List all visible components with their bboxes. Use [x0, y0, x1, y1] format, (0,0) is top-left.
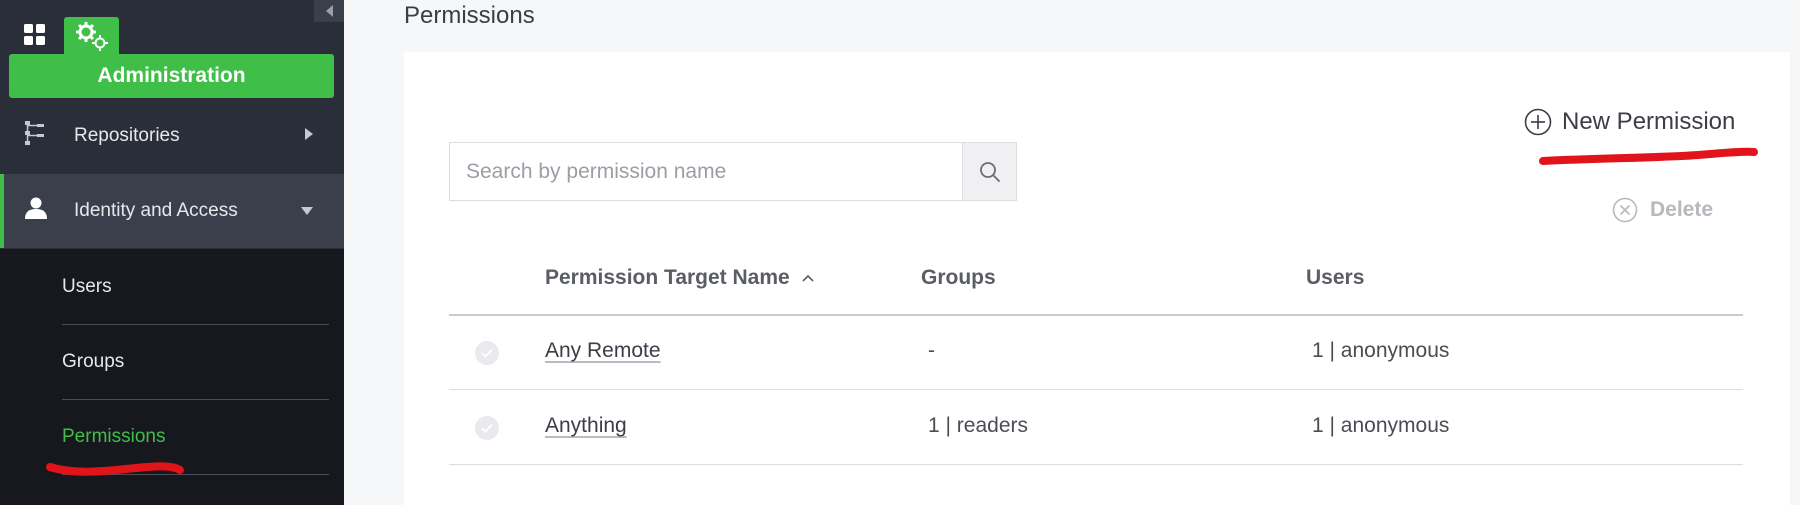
sidebar-subitem-users[interactable]: Users: [62, 250, 329, 325]
close-circle-icon: [1612, 197, 1638, 223]
user-icon: [24, 196, 48, 226]
caret-down-icon: [300, 200, 314, 222]
plus-circle-icon: [1524, 108, 1552, 136]
sidebar-item-label: Identity and Access: [74, 200, 238, 221]
red-underline-annotation: [46, 462, 184, 476]
active-indicator: [0, 174, 4, 248]
new-permission-button[interactable]: New Permission: [1524, 104, 1735, 140]
sidebar-item-identity-and-access[interactable]: Identity and Access: [0, 174, 344, 248]
collapse-arrow-icon: [326, 5, 333, 17]
search-box: [449, 142, 1017, 201]
administration-title: Administration: [9, 54, 334, 98]
table-header: Permission Target Name Groups Users: [449, 252, 1743, 316]
admin-gears-tab[interactable]: [64, 17, 119, 57]
sidebar-item-repositories[interactable]: Repositories: [0, 100, 344, 172]
search-icon: [979, 161, 1000, 182]
sidebar: Administration Repositories Identity and…: [0, 0, 344, 505]
column-header-groups[interactable]: Groups: [921, 266, 996, 290]
permission-name-link[interactable]: Anything: [545, 414, 627, 438]
sidebar-item-label: Repositories: [74, 125, 180, 146]
table-row[interactable]: Any Remote - 1 | anonymous: [449, 315, 1743, 390]
column-header-label: Permission Target Name: [545, 266, 790, 289]
sidebar-collapse-button[interactable]: [314, 0, 344, 22]
gears-icon: [76, 22, 108, 51]
search-input[interactable]: [450, 143, 964, 200]
column-header-users[interactable]: Users: [1306, 266, 1364, 290]
row-checkbox[interactable]: [475, 416, 499, 440]
caret-right-icon: [304, 125, 314, 147]
checkmark-icon: [481, 348, 493, 358]
table-row[interactable]: Anything 1 | readers 1 | anonymous: [449, 390, 1743, 465]
row-checkbox[interactable]: [475, 341, 499, 365]
users-cell: 1 | anonymous: [1312, 339, 1450, 362]
column-header-permission-target-name[interactable]: Permission Target Name: [545, 266, 814, 290]
groups-cell: -: [928, 339, 935, 362]
red-underline-annotation: [1539, 147, 1758, 165]
apps-grid-icon[interactable]: [24, 24, 46, 51]
delete-button[interactable]: Delete: [1612, 194, 1713, 226]
permission-name-link[interactable]: Any Remote: [545, 339, 661, 363]
new-permission-label: New Permission: [1562, 108, 1736, 135]
repositories-tree-icon: [24, 120, 46, 152]
page-title: Permissions: [404, 2, 535, 29]
checkmark-icon: [481, 423, 493, 433]
search-button[interactable]: [962, 143, 1016, 200]
sidebar-subitem-groups[interactable]: Groups: [62, 325, 329, 400]
sort-ascending-icon: [802, 274, 814, 282]
users-cell: 1 | anonymous: [1312, 414, 1450, 437]
groups-cell: 1 | readers: [928, 414, 1029, 437]
delete-label: Delete: [1650, 198, 1714, 221]
